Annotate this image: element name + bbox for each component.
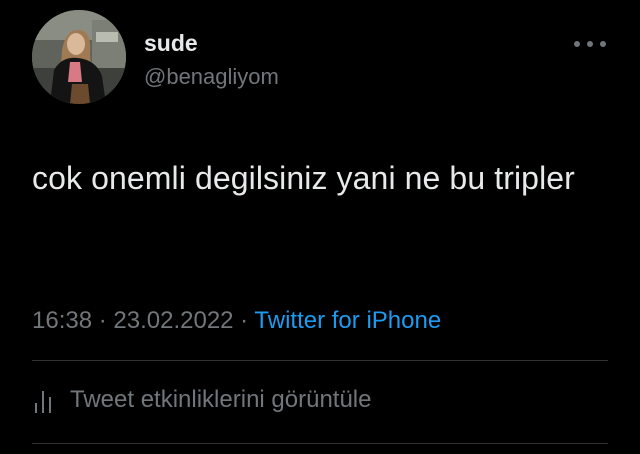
more-horizontal-icon: [574, 41, 606, 47]
tweet-activity-label: Tweet etkinliklerini görüntüle: [70, 386, 372, 413]
meta-separator: ·: [233, 307, 255, 334]
tweet-activity-button[interactable]: Tweet etkinliklerini görüntüle: [32, 384, 372, 416]
bar-chart-icon: [35, 391, 51, 413]
meta-separator: ·: [92, 307, 114, 334]
avatar-photo: [32, 10, 126, 104]
tweet-source-link[interactable]: Twitter for iPhone: [254, 307, 441, 334]
tweet-detail: sude @benagliyom cok onemli degilsiniz y…: [0, 0, 640, 454]
avatar[interactable]: [32, 10, 126, 104]
divider: [32, 443, 608, 444]
tweet-date[interactable]: 23.02.2022: [113, 307, 233, 334]
more-button[interactable]: [572, 34, 608, 54]
display-name[interactable]: sude: [144, 29, 198, 57]
tweet-meta: 16:38 · 23.02.2022 · Twitter for iPhone: [32, 305, 441, 337]
tweet-text: cok onemli degilsiniz yani ne bu tripler: [32, 160, 575, 196]
tweet-time[interactable]: 16:38: [32, 307, 92, 334]
divider: [32, 360, 608, 361]
user-handle[interactable]: @benagliyom: [144, 63, 279, 91]
